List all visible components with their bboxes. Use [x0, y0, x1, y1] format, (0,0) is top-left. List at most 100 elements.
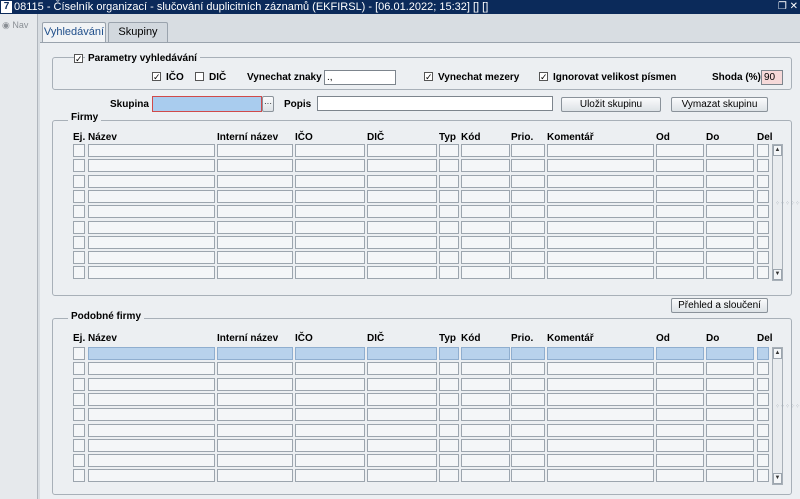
table-cell[interactable]: [547, 189, 654, 203]
table-cell[interactable]: [656, 235, 704, 249]
table-cell[interactable]: [88, 347, 215, 360]
table-cell[interactable]: [757, 362, 769, 376]
popis-input[interactable]: [317, 96, 553, 111]
table-cell[interactable]: [88, 392, 215, 406]
table-cell[interactable]: [461, 423, 510, 437]
row-selector-cell[interactable]: [73, 220, 85, 234]
table-cell[interactable]: [295, 423, 365, 437]
row-selector-cell[interactable]: [73, 251, 85, 265]
table-cell[interactable]: [217, 362, 293, 376]
table-cell[interactable]: [461, 408, 510, 422]
table-cell[interactable]: [461, 347, 510, 360]
table-cell[interactable]: [757, 189, 769, 203]
table-cell[interactable]: [656, 454, 704, 468]
column-header[interactable]: DIČ: [367, 333, 384, 344]
table-cell[interactable]: [367, 251, 437, 265]
row-selector-cell[interactable]: [73, 469, 85, 483]
table-cell[interactable]: [217, 266, 293, 280]
table-cell[interactable]: [511, 347, 545, 360]
table-cell[interactable]: [217, 251, 293, 265]
table-cell[interactable]: [547, 159, 654, 173]
table-cell[interactable]: [757, 174, 769, 188]
table-cell[interactable]: [88, 362, 215, 376]
table-cell[interactable]: [217, 392, 293, 406]
table-cell[interactable]: [706, 144, 754, 157]
table-cell[interactable]: [367, 392, 437, 406]
table-cell[interactable]: [217, 408, 293, 422]
overview-merge-button[interactable]: Přehled a sloučení: [671, 298, 768, 313]
tab-vyhledavani[interactable]: Vyhledávání: [42, 22, 106, 42]
column-header[interactable]: Od: [656, 333, 670, 344]
table-cell[interactable]: [757, 454, 769, 468]
column-header[interactable]: Interní název: [217, 333, 278, 344]
table-cell[interactable]: [547, 220, 654, 234]
skupina-lookup-button[interactable]: ···: [262, 96, 274, 112]
table-cell[interactable]: [439, 377, 459, 391]
table-cell[interactable]: [706, 438, 754, 452]
delete-group-button[interactable]: Vymazat skupinu: [671, 97, 768, 112]
scroll-down-icon[interactable]: ▼: [773, 473, 782, 484]
table-cell[interactable]: [757, 347, 769, 360]
table-cell[interactable]: [295, 408, 365, 422]
table-cell[interactable]: [439, 454, 459, 468]
table-cell[interactable]: [547, 469, 654, 483]
table-cell[interactable]: [295, 189, 365, 203]
column-header[interactable]: Prio.: [511, 132, 533, 143]
table-cell[interactable]: [217, 347, 293, 360]
table-cell[interactable]: [656, 362, 704, 376]
table-cell[interactable]: [511, 423, 545, 437]
column-header[interactable]: DIČ: [367, 132, 384, 143]
scroll-grip-icon[interactable]: ⁘⁘⁘⁘⁘: [775, 404, 800, 410]
table-cell[interactable]: [439, 189, 459, 203]
table-cell[interactable]: [656, 174, 704, 188]
table-cell[interactable]: [88, 205, 215, 219]
table-cell[interactable]: [461, 377, 510, 391]
table-cell[interactable]: [439, 205, 459, 219]
table-cell[interactable]: [547, 235, 654, 249]
table-cell[interactable]: [461, 438, 510, 452]
table-cell[interactable]: [367, 469, 437, 483]
table-cell[interactable]: [295, 220, 365, 234]
table-cell[interactable]: [295, 205, 365, 219]
table-cell[interactable]: [656, 266, 704, 280]
table-cell[interactable]: [88, 144, 215, 157]
table-cell[interactable]: [439, 251, 459, 265]
table-cell[interactable]: [88, 159, 215, 173]
table-cell[interactable]: [88, 235, 215, 249]
table-cell[interactable]: [295, 454, 365, 468]
column-header[interactable]: Interní název: [217, 132, 278, 143]
table-cell[interactable]: [511, 469, 545, 483]
table-cell[interactable]: [439, 423, 459, 437]
row-selector-cell[interactable]: [73, 144, 85, 157]
table-cell[interactable]: [656, 251, 704, 265]
table-cell[interactable]: [706, 392, 754, 406]
scroll-down-icon[interactable]: ▼: [773, 269, 782, 280]
skip-chars-input[interactable]: .,: [324, 70, 396, 85]
table-cell[interactable]: [706, 266, 754, 280]
row-selector-cell[interactable]: [73, 205, 85, 219]
table-cell[interactable]: [757, 438, 769, 452]
table-cell[interactable]: [295, 251, 365, 265]
table-cell[interactable]: [511, 251, 545, 265]
table-cell[interactable]: [217, 377, 293, 391]
table-cell[interactable]: [706, 189, 754, 203]
table-cell[interactable]: [217, 220, 293, 234]
row-selector-cell[interactable]: [73, 423, 85, 437]
table-cell[interactable]: [656, 189, 704, 203]
column-header[interactable]: Název: [88, 333, 117, 344]
table-cell[interactable]: [461, 469, 510, 483]
table-cell[interactable]: [461, 205, 510, 219]
table-cell[interactable]: [511, 408, 545, 422]
table-cell[interactable]: [706, 408, 754, 422]
table-cell[interactable]: [439, 469, 459, 483]
table-cell[interactable]: [706, 347, 754, 360]
table-cell[interactable]: [547, 454, 654, 468]
table-cell[interactable]: [88, 189, 215, 203]
table-cell[interactable]: [757, 469, 769, 483]
table-cell[interactable]: [217, 423, 293, 437]
table-cell[interactable]: [439, 362, 459, 376]
table-cell[interactable]: [439, 347, 459, 360]
table-cell[interactable]: [295, 159, 365, 173]
row-selector-cell[interactable]: [73, 454, 85, 468]
column-header[interactable]: Prio.: [511, 333, 533, 344]
